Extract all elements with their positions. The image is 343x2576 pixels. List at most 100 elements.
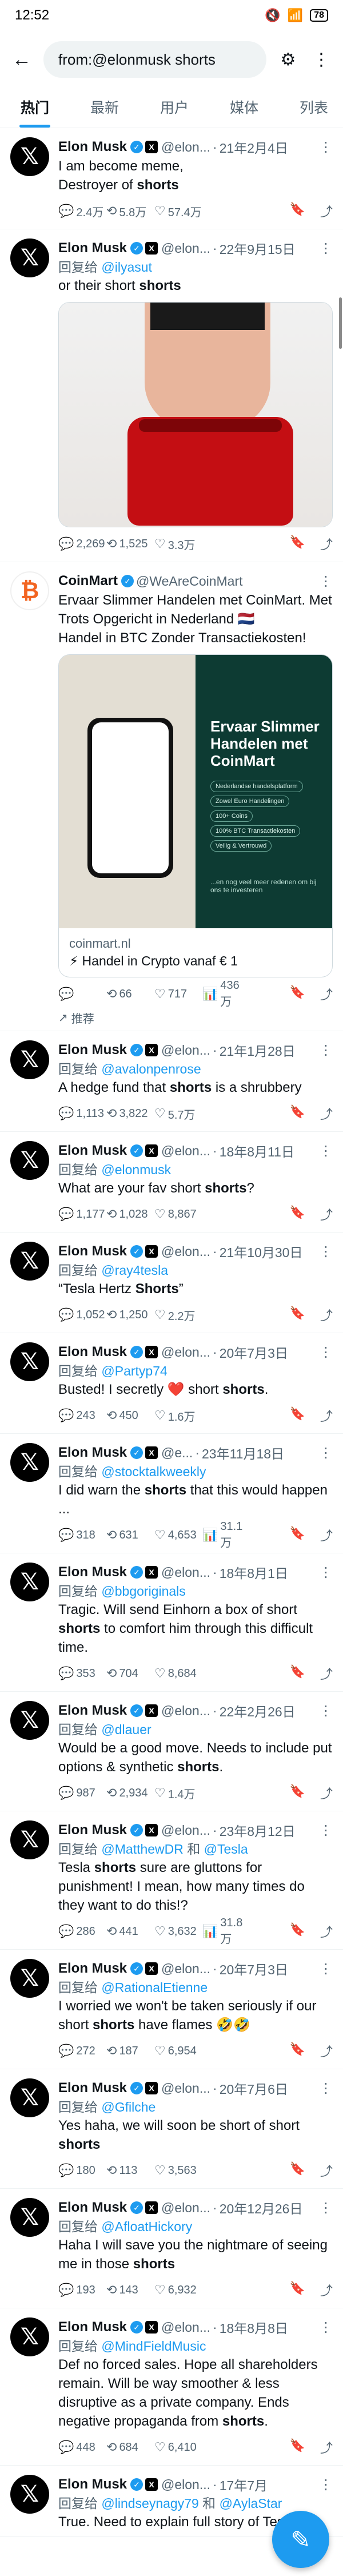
more-options-icon[interactable]: ⋮ [313, 240, 333, 257]
avatar[interactable]: 𝕏 [10, 2475, 49, 2514]
tab-1[interactable]: 最新 [70, 88, 139, 128]
bookmark-icon[interactable]: 🔖 [290, 1784, 305, 1802]
avatar[interactable]: 𝕏 [10, 2317, 49, 2356]
bookmark-icon[interactable]: 🔖 [290, 1664, 305, 1683]
more-options-icon[interactable]: ⋮ [313, 2200, 333, 2216]
metric-retweets[interactable]: ⟲ 441 [106, 1924, 154, 1939]
metric-retweets[interactable]: ⟲ 66 [106, 987, 154, 1001]
metric-replies[interactable]: 💬 243 [58, 1408, 106, 1423]
tweet[interactable]: 𝕏 Elon Musk ✓ X @elon... · 21年10月30日 ⋮ 回复给 @ray4… [0, 1233, 343, 1333]
metric-retweets[interactable]: ⟲ 684 [106, 2440, 154, 2455]
mention-link[interactable]: @bbgoriginals [98, 1584, 185, 1599]
more-options-icon[interactable]: ⋮ [313, 139, 333, 156]
share-icon[interactable]: ⤴ [320, 535, 333, 553]
author-handle[interactable]: @elon... [161, 2081, 210, 2096]
author-handle[interactable]: @elon... [161, 140, 210, 155]
more-options-icon[interactable]: ⋮ [313, 1961, 333, 1977]
author-name[interactable]: Elon Musk [58, 1961, 127, 1977]
share-icon[interactable]: ⤴ [320, 1664, 333, 1683]
metric-replies[interactable]: 💬 2,269 [58, 536, 106, 551]
author-name[interactable]: Elon Musk [58, 139, 127, 155]
tweet[interactable]: 𝕏 Elon Musk ✓ X @elon... · 22年9月15日 ⋮ 回复给 @ilyas… [0, 229, 343, 562]
metric-replies[interactable]: 💬 1,113 [58, 1106, 106, 1121]
metric-retweets[interactable]: ⟲ 704 [106, 1666, 154, 1681]
author-handle[interactable]: @elon... [161, 1043, 210, 1058]
mention-link[interactable]: @MatthewDR [98, 1842, 184, 1857]
metric-likes[interactable]: ♡ 1.4万 [154, 1785, 202, 1802]
search-input[interactable]: from:@elonmusk shorts [43, 41, 266, 78]
author-handle[interactable]: @elon... [161, 1961, 210, 1977]
metric-retweets[interactable]: ⟲ 5.8万 [106, 203, 154, 220]
metric-replies[interactable]: 💬 318 [58, 1528, 106, 1543]
author-handle[interactable]: @elon... [161, 2320, 210, 2335]
bookmark-icon[interactable]: 🔖 [290, 535, 305, 553]
metric-replies[interactable]: 💬 448 [58, 2440, 106, 2455]
avatar[interactable]: 𝕏 [10, 1141, 49, 1180]
metric-likes[interactable]: ♡ 57.4万 [154, 203, 202, 220]
bookmark-icon[interactable]: 🔖 [290, 1406, 305, 1425]
share-icon[interactable]: ⤴ [320, 2042, 333, 2060]
metric-replies[interactable]: 💬 [58, 987, 106, 1001]
author-name[interactable]: Elon Musk [58, 1143, 127, 1159]
metric-retweets[interactable]: ⟲ 1,525 [106, 536, 154, 551]
metric-likes[interactable]: ♡ 6,932 [154, 2283, 202, 2297]
metric-retweets[interactable]: ⟲ 631 [106, 1528, 154, 1543]
author-handle[interactable]: @elon... [161, 1345, 210, 1360]
author-handle[interactable]: @elon... [161, 2200, 210, 2216]
metric-likes[interactable]: ♡ 6,410 [154, 2440, 202, 2455]
metric-retweets[interactable]: ⟲ 113 [106, 2163, 154, 2178]
author-name[interactable]: Elon Musk [58, 240, 127, 256]
author-name[interactable]: Elon Musk [58, 1243, 127, 1259]
tweet[interactable]: 𝕏 Elon Musk ✓ X @elon... · 20年12月26日 ⋮ 回复给 @Aflo… [0, 2189, 343, 2308]
avatar[interactable]: 𝕏 [10, 2198, 49, 2237]
share-icon[interactable]: ⤴ [320, 1205, 333, 1223]
bookmark-icon[interactable]: 🔖 [290, 202, 305, 220]
author-name[interactable]: Elon Musk [58, 2476, 127, 2492]
mention-link[interactable]: @dlauer [98, 1722, 151, 1737]
metric-replies[interactable]: 💬 2.4万 [58, 203, 106, 220]
metric-retweets[interactable]: ⟲ 3,822 [106, 1106, 154, 1121]
filter-icon[interactable]: ⚙ [277, 50, 300, 70]
metric-likes[interactable]: ♡ 717 [154, 987, 202, 1001]
more-options-icon[interactable]: ⋮ [313, 2319, 333, 2336]
bookmark-icon[interactable]: 🔖 [290, 1104, 305, 1123]
tab-4[interactable]: 列表 [279, 88, 343, 128]
metric-retweets[interactable]: ⟲ 1,250 [106, 1307, 154, 1322]
author-handle[interactable]: @elon... [161, 1823, 210, 1838]
mention-link[interactable]: @ray4tesla [98, 1263, 168, 1278]
tweet-image[interactable] [58, 302, 333, 527]
metric-replies[interactable]: 💬 286 [58, 1924, 106, 1939]
author-name[interactable]: Elon Musk [58, 1564, 127, 1580]
metric-replies[interactable]: 💬 193 [58, 2283, 106, 2297]
tweet[interactable]: 𝕏 Elon Musk ✓ X @elon... · 18年8月8日 ⋮ 回复给 @MindFi… [0, 2308, 343, 2466]
author-handle[interactable]: @WeAreCoinMart [136, 574, 243, 589]
more-options-icon[interactable]: ⋮ [313, 1143, 333, 1159]
avatar[interactable]: 𝕏 [10, 1342, 49, 1381]
tweet[interactable]: 𝕏 Elon Musk ✓ X @elon... · 20年7月3日 ⋮ 回复给 @Ration… [0, 1950, 343, 2069]
avatar[interactable]: ₿ [10, 571, 49, 610]
metric-replies[interactable]: 💬 987 [58, 1786, 106, 1800]
share-icon[interactable]: ⤴ [320, 1406, 333, 1425]
author-name[interactable]: Elon Musk [58, 1703, 127, 1719]
metric-replies[interactable]: 💬 353 [58, 1666, 106, 1681]
metric-views[interactable]: 📊 436万 [202, 979, 250, 1009]
author-name[interactable]: Elon Musk [58, 2080, 127, 2096]
metric-likes[interactable]: ♡ 8,684 [154, 1666, 202, 1681]
share-icon[interactable]: ⤴ [320, 2281, 333, 2299]
more-options-icon[interactable]: ⋮ [313, 2476, 333, 2493]
mention-link[interactable]: @Gfilche [98, 2100, 155, 2114]
ad-card-footer[interactable]: coinmart.nl ⚡ Handel in Crypto vanaf € 1 [59, 928, 332, 977]
bookmark-icon[interactable]: 🔖 [290, 1526, 305, 1544]
bookmark-icon[interactable]: 🔖 [290, 1205, 305, 1223]
avatar[interactable]: 𝕏 [10, 1701, 49, 1740]
author-name[interactable]: Elon Musk [58, 1445, 127, 1461]
avatar[interactable]: 𝕏 [10, 137, 49, 176]
avatar[interactable]: 𝕏 [10, 1959, 49, 1998]
more-options-icon[interactable]: ⋮ [313, 1344, 333, 1361]
mention-link[interactable]: @Partyp74 [98, 1363, 167, 1378]
share-icon[interactable]: ⤴ [320, 1104, 333, 1123]
avatar[interactable]: 𝕏 [10, 1242, 49, 1281]
bookmark-icon[interactable]: 🔖 [290, 985, 305, 1003]
author-name[interactable]: Elon Musk [58, 2319, 127, 2335]
share-icon[interactable]: ⤴ [320, 2161, 333, 2180]
